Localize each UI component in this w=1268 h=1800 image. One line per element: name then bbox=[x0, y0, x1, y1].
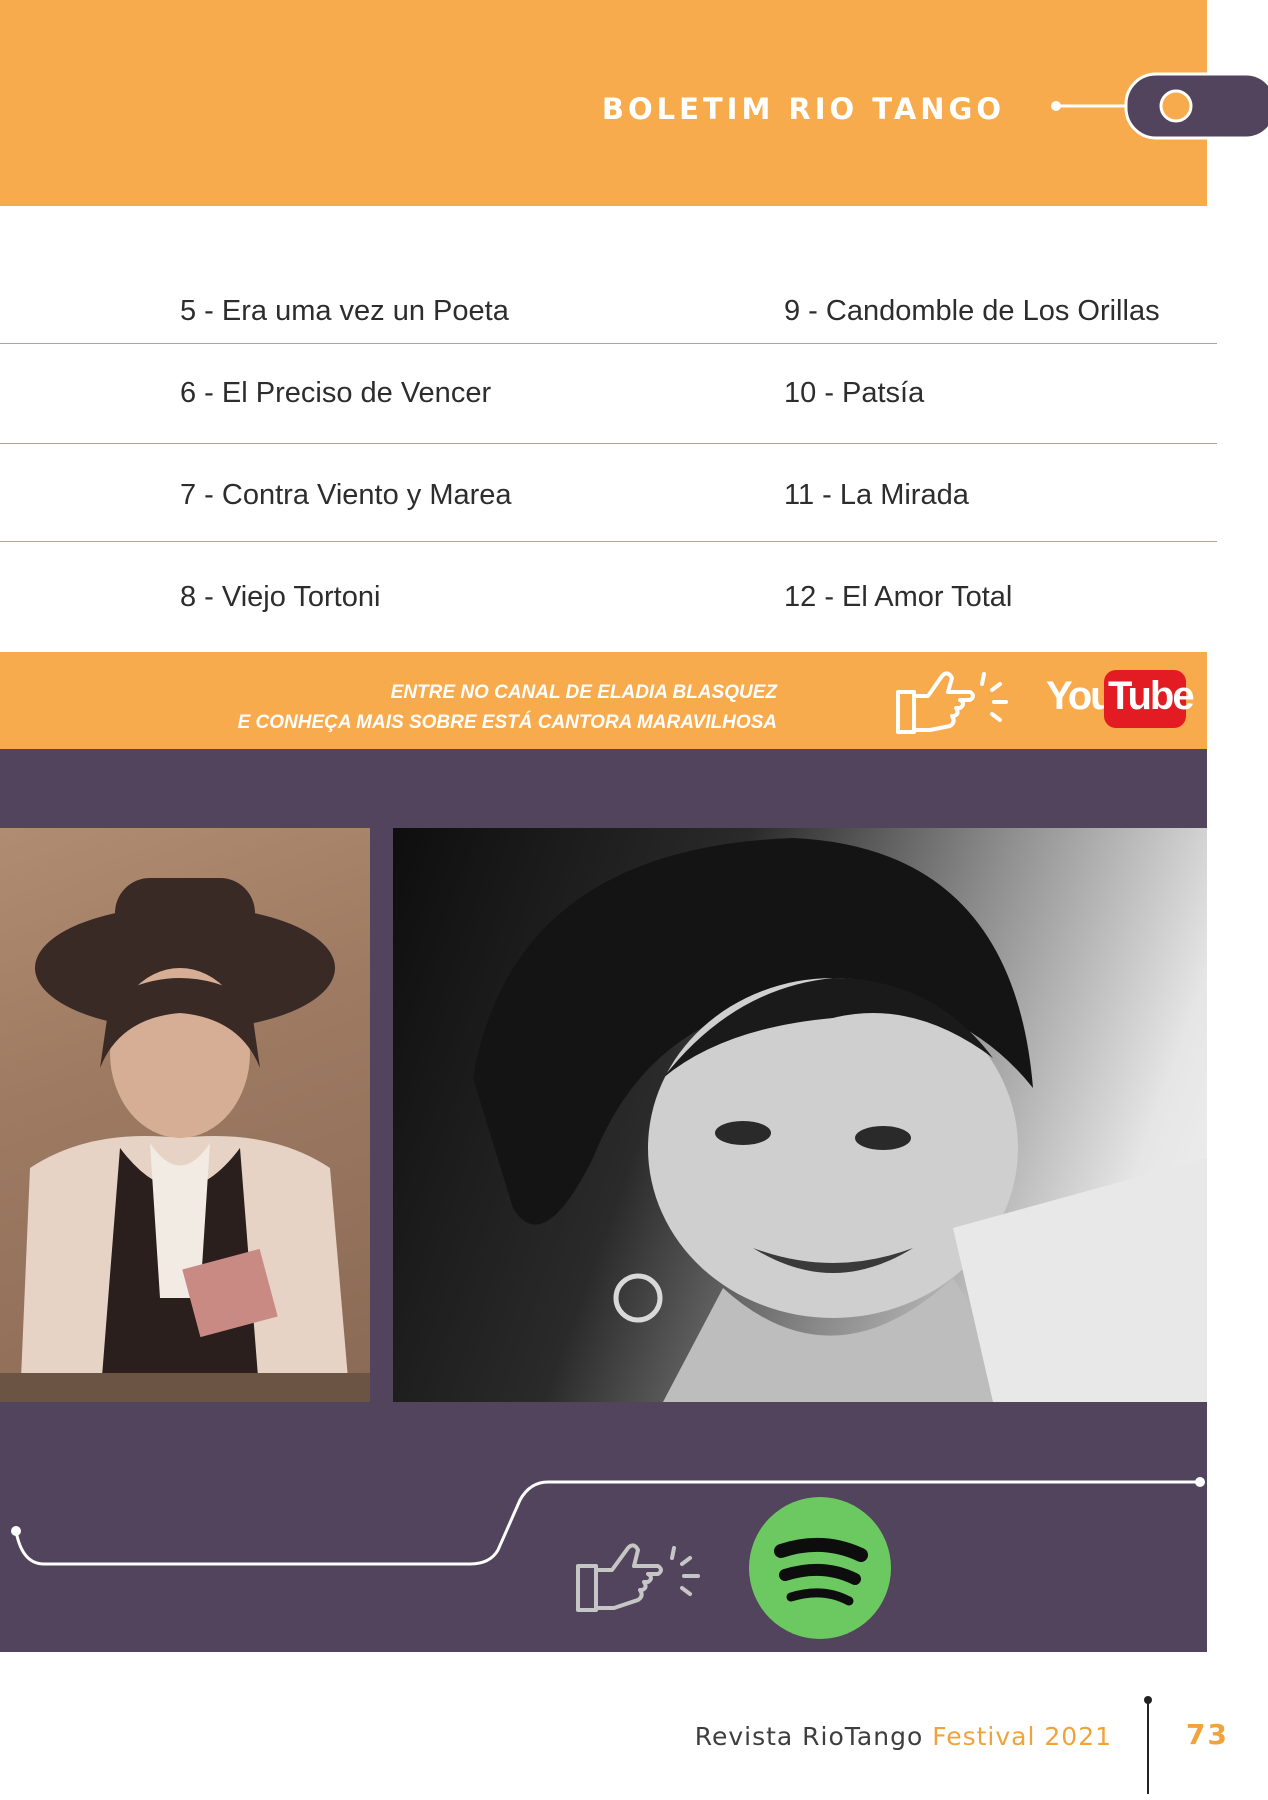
spotify-waves-icon bbox=[774, 1537, 868, 1606]
header-band: BOLETIM RIO TANGO bbox=[0, 0, 1207, 206]
header-connector-icon bbox=[1051, 72, 1268, 140]
pointing-hand-icon[interactable] bbox=[572, 1532, 712, 1622]
footer-magazine: Revista RioTango Festival 2021 bbox=[695, 1722, 1112, 1751]
track-row: 5 - Era uma vez un Poeta 9 - Candomble d… bbox=[0, 243, 1217, 344]
track-row: 8 - Viejo Tortoni 12 - El Amor Total bbox=[0, 541, 1217, 641]
track-item: 10 - Patsía bbox=[784, 377, 925, 409]
pointing-hand-icon[interactable] bbox=[894, 662, 1024, 742]
magazine-edition: Festival 2021 bbox=[932, 1722, 1112, 1751]
track-item: 12 - El Amor Total bbox=[784, 581, 1013, 613]
bw-portrait-illustration bbox=[473, 838, 1207, 1402]
track-item: 11 - La Mirada bbox=[784, 479, 969, 511]
track-item: 7 - Contra Viento y Marea bbox=[180, 479, 512, 511]
track-item: 6 - El Preciso de Vencer bbox=[180, 377, 492, 409]
youtube-logo[interactable]: You Tube bbox=[1046, 670, 1195, 732]
bw-portrait-photo bbox=[393, 828, 1207, 1402]
footer-rule bbox=[1147, 1702, 1149, 1794]
section-title: BOLETIM RIO TANGO bbox=[601, 92, 1005, 126]
youtube-cta-line: ENTRE NO CANAL DE ELADIA BLASQUEZ bbox=[390, 682, 777, 703]
track-item: 8 - Viejo Tortoni bbox=[180, 581, 381, 613]
magazine-name: Revista RioTango bbox=[694, 1722, 924, 1751]
track-row: 7 - Contra Viento y Marea 11 - La Mirada bbox=[0, 441, 1217, 542]
track-item: 9 - Candomble de Los Orillas bbox=[784, 295, 1160, 327]
spotify-icon[interactable] bbox=[749, 1497, 891, 1639]
youtube-cta-text: ENTRE NO CANAL DE ELADIA BLASQUEZ E CONH… bbox=[238, 678, 777, 738]
youtube-logo-tube: Tube bbox=[1108, 674, 1195, 718]
youtube-logo-you: You bbox=[1046, 674, 1115, 718]
page-number: 73 bbox=[1186, 1718, 1229, 1751]
vintage-portrait-illustration bbox=[0, 878, 370, 1402]
youtube-cta-line: E CONHEÇA MAIS SOBRE ESTÁ CANTORA MARAVI… bbox=[237, 712, 777, 733]
track-row: 6 - El Preciso de Vencer 10 - Patsía bbox=[0, 343, 1217, 444]
youtube-cta-band: ENTRE NO CANAL DE ELADIA BLASQUEZ E CONH… bbox=[0, 652, 1207, 749]
vintage-portrait-photo bbox=[0, 828, 370, 1402]
track-item: 5 - Era uma vez un Poeta bbox=[180, 295, 509, 327]
